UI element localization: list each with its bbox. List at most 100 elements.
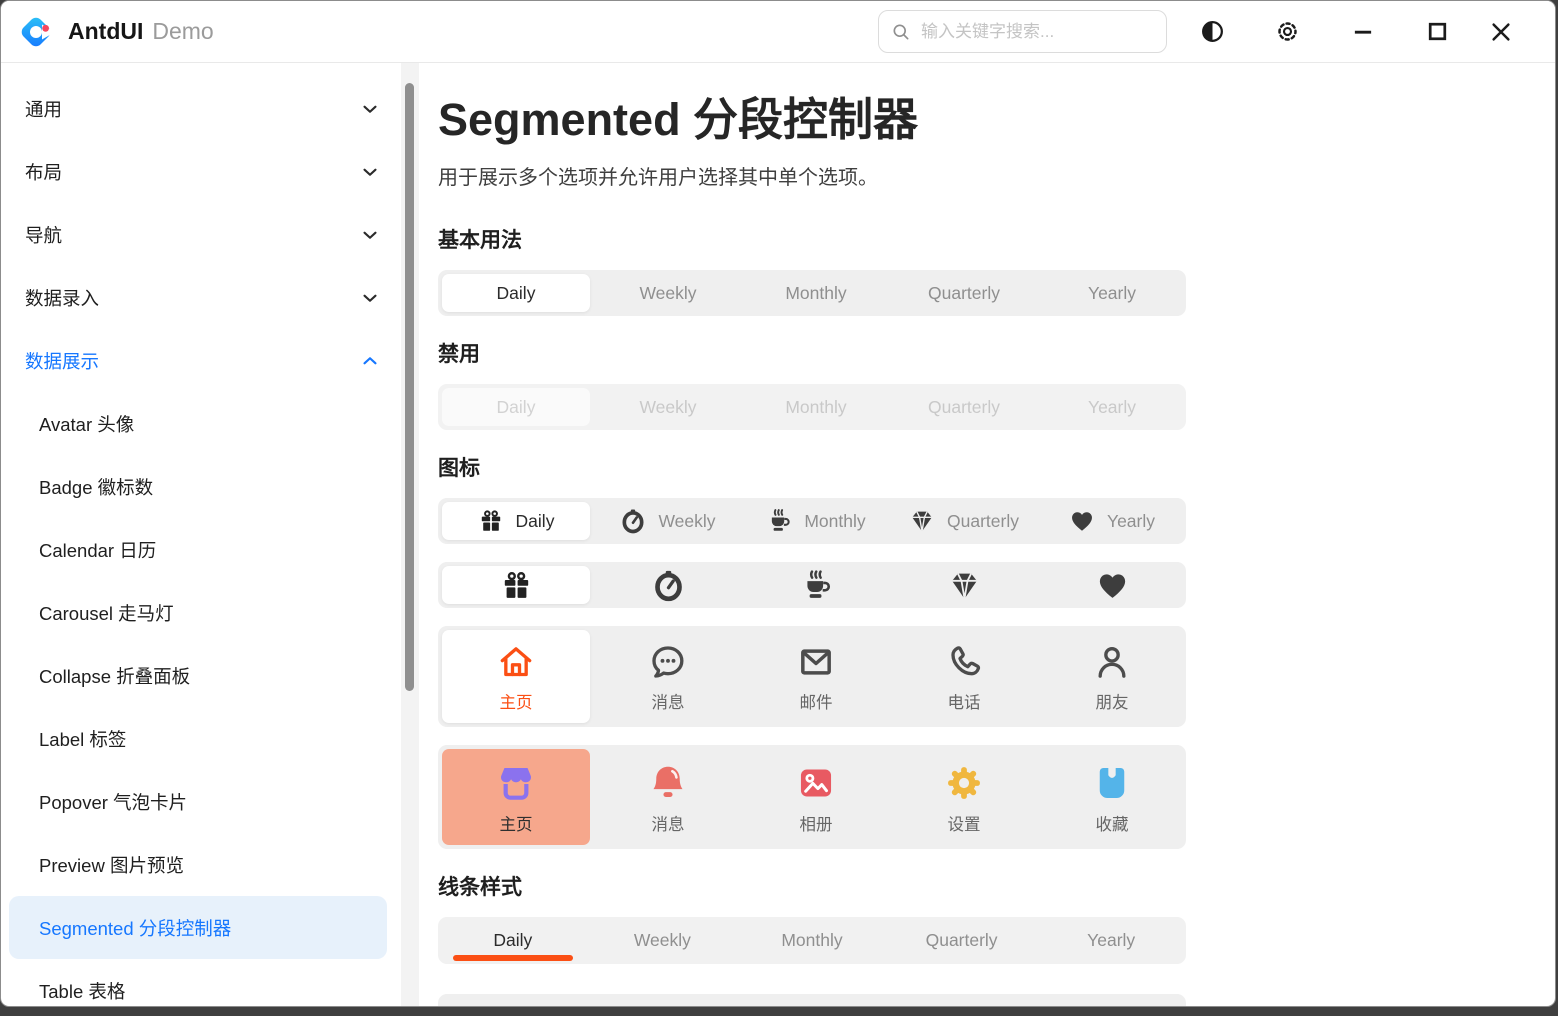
settings-button[interactable] [1250, 10, 1325, 54]
main-content: Segmented 分段控制器 用于展示多个选项并允许用户选择其中单个选项。 基… [419, 63, 1555, 1006]
sidebar-item-collapse[interactable]: Collapse 折叠面板 [9, 644, 387, 707]
segment-option[interactable]: 朋友 [1038, 626, 1186, 727]
segment-option[interactable]: Yearly [1038, 498, 1186, 544]
sidebar-group-navigation[interactable]: 导航 [1, 203, 401, 266]
sidebar-group-label: 通用 [25, 96, 62, 122]
segment-option[interactable]: 收藏 [1038, 745, 1186, 849]
segment-option[interactable]: Daily [442, 502, 590, 540]
segmented-disabled: Daily Weekly Monthly Quarterly Yearly [438, 384, 1186, 430]
segment-label: 消息 [652, 689, 685, 713]
sidebar-item-calendar[interactable]: Calendar 日历 [9, 518, 387, 581]
section-heading-line: 线条样式 [438, 871, 1531, 901]
segment-option[interactable]: Yearly [1038, 270, 1186, 316]
app-name: AntdUI [68, 18, 143, 45]
segment-option[interactable] [737, 994, 887, 1006]
titlebar: AntdUI Demo [1, 1, 1555, 63]
antdui-logo-icon [17, 13, 55, 51]
stopwatch-icon [620, 508, 646, 534]
sidebar-item-preview[interactable]: Preview 图片预览 [9, 833, 387, 896]
sidebar-nav: 通用 布局 导航 数据录入 数据展示 [1, 63, 401, 1006]
maximize-button[interactable] [1400, 10, 1475, 54]
segment-label: Quarterly [928, 283, 1000, 304]
segment-option[interactable]: Weekly [594, 270, 742, 316]
sidebar-item-table[interactable]: Table 表格 [9, 959, 387, 1007]
search-input[interactable] [919, 21, 1154, 43]
segment-label: 主页 [500, 811, 533, 835]
segment-option[interactable]: 设置 [890, 745, 1038, 849]
segment-option[interactable]: Quarterly [890, 270, 1038, 316]
sidebar-group-layout[interactable]: 布局 [1, 140, 401, 203]
sidebar-item-carousel[interactable]: Carousel 走马灯 [9, 581, 387, 644]
user-icon [1092, 642, 1132, 682]
sidebar-item-avatar[interactable]: Avatar 头像 [9, 392, 387, 455]
segment-option[interactable] [1036, 994, 1186, 1006]
segment-option[interactable]: 邮件 [742, 626, 890, 727]
segment-option[interactable] [438, 994, 588, 1006]
segment-option[interactable]: 主页 [442, 630, 590, 723]
sidebar-item-popover[interactable]: Popover 气泡卡片 [9, 770, 387, 833]
minimize-icon [1350, 19, 1376, 45]
segment-label: Monthly [781, 930, 842, 951]
gear-icon [943, 762, 985, 804]
heart-icon [1096, 569, 1129, 602]
heart-icon [1069, 508, 1095, 534]
sidebar-scrollbar-thumb[interactable] [405, 83, 414, 691]
segment-option[interactable] [887, 994, 1037, 1006]
collect-icon [1091, 762, 1133, 804]
segment-option[interactable]: 电话 [890, 626, 1038, 727]
segment-label: Yearly [1088, 397, 1136, 418]
sidebar-item-badge[interactable]: Badge 徽标数 [9, 455, 387, 518]
gem-icon [909, 508, 935, 534]
segment-option-disabled: Daily [442, 388, 590, 426]
segmented-colored: 主页 消息 相册 设置 收藏 [438, 745, 1186, 849]
page-description: 用于展示多个选项并允许用户选择其中单个选项。 [438, 161, 1531, 190]
sidebar-scrollbar-track[interactable] [401, 63, 419, 1006]
theme-toggle-button[interactable] [1175, 10, 1250, 54]
segment-option[interactable]: Daily [438, 917, 588, 964]
segment-option[interactable] [1038, 562, 1186, 608]
segment-option[interactable] [742, 562, 890, 608]
segment-label: Quarterly [928, 397, 1000, 418]
minimize-button[interactable] [1325, 10, 1400, 54]
close-button[interactable] [1475, 10, 1527, 54]
settings-gear-icon [1274, 18, 1301, 45]
bell-icon [647, 762, 689, 804]
segment-option[interactable] [594, 562, 742, 608]
segment-option[interactable]: 消息 [594, 626, 742, 727]
gem-icon [948, 569, 981, 602]
segment-option[interactable]: Yearly [1036, 917, 1186, 964]
search-box[interactable] [878, 10, 1167, 53]
segment-option[interactable]: Monthly [742, 270, 890, 316]
phone-icon [944, 642, 984, 682]
app-brand: AntdUI Demo [17, 13, 214, 51]
segment-label: 收藏 [1096, 811, 1129, 835]
segment-label: Weekly [639, 397, 696, 418]
sidebar-item-segmented[interactable]: Segmented 分段控制器 [9, 896, 387, 959]
sidebar-item-label[interactable]: Label 标签 [9, 707, 387, 770]
sidebar-group-label: 数据录入 [25, 285, 99, 311]
sidebar-group-data-display[interactable]: 数据展示 [1, 329, 401, 392]
segment-option[interactable] [442, 566, 590, 604]
segment-option[interactable]: 主页 [442, 749, 590, 845]
segment-option[interactable]: Quarterly [890, 498, 1038, 544]
segment-label: 消息 [652, 811, 685, 835]
segment-option[interactable]: Daily [442, 274, 590, 312]
segment-option[interactable]: 消息 [594, 745, 742, 849]
gift-icon [500, 569, 533, 602]
segment-option[interactable]: Monthly [742, 498, 890, 544]
segment-option-disabled: Yearly [1038, 384, 1186, 430]
segment-option[interactable]: 相册 [742, 745, 890, 849]
segment-option[interactable]: Monthly [737, 917, 887, 964]
message-icon [648, 642, 688, 682]
segment-option[interactable]: Weekly [594, 498, 742, 544]
segment-option[interactable] [890, 562, 1038, 608]
segment-option[interactable]: Weekly [588, 917, 738, 964]
sidebar-group-general[interactable]: 通用 [1, 77, 401, 140]
segment-option[interactable] [588, 994, 738, 1006]
sidebar-group-label: 数据展示 [25, 348, 99, 374]
sidebar-group-data-entry[interactable]: 数据录入 [1, 266, 401, 329]
segment-label: Yearly [1107, 511, 1155, 532]
page-title: Segmented 分段控制器 [438, 93, 1531, 147]
segment-option[interactable]: Quarterly [887, 917, 1037, 964]
segmented-basic: Daily Weekly Monthly Quarterly Yearly [438, 270, 1186, 316]
